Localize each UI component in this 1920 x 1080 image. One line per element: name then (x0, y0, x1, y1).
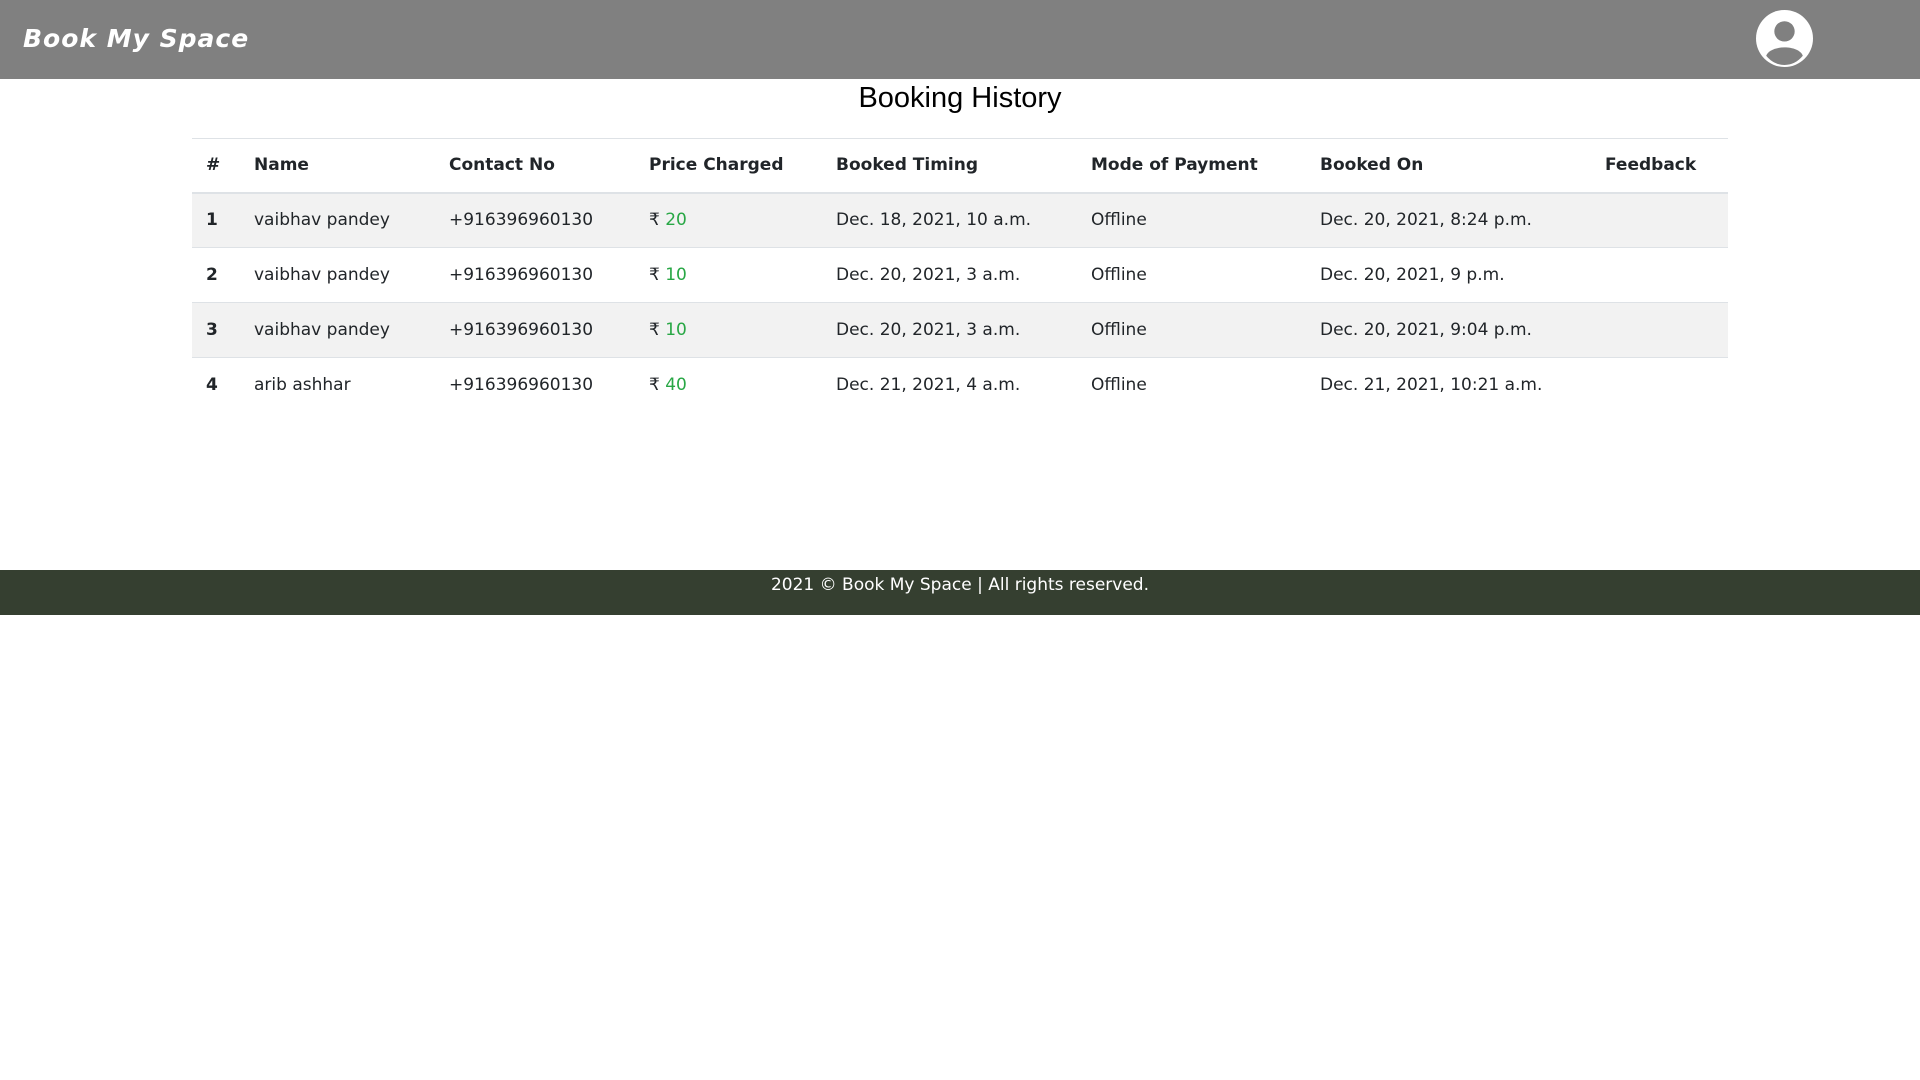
row-contact: +916396960130 (435, 302, 635, 358)
booking-history-table: # Name Contact No Price Charged Booked T… (192, 138, 1728, 413)
table-row: 3 vaibhav pandey +916396960130 ₹ 10 Dec.… (192, 302, 1728, 358)
booking-table: # Name Contact No Price Charged Booked T… (192, 138, 1728, 413)
row-timing: Dec. 20, 2021, 3 a.m. (822, 302, 1077, 358)
row-price: ₹ 20 (635, 193, 822, 248)
header-contact: Contact No (435, 138, 635, 194)
row-booked-on: Dec. 20, 2021, 8:24 p.m. (1320, 210, 1532, 231)
row-payment: Offline (1077, 247, 1306, 303)
header-name: Name (240, 138, 435, 194)
row-payment: Offline (1091, 210, 1147, 231)
row-payment: Offline (1077, 302, 1306, 358)
price-amount: 20 (665, 210, 687, 231)
row-contact: +916396960130 (435, 247, 635, 303)
row-timing: Dec. 18, 2021, 10 a.m. (836, 210, 1032, 231)
header-price: Price Charged (635, 138, 822, 194)
row-price: ₹ 40 (635, 357, 822, 413)
header-feedback: Feedback (1591, 138, 1728, 194)
row-feedback (1591, 193, 1728, 248)
row-index: 4 (192, 357, 240, 413)
row-feedback (1591, 247, 1728, 303)
table-row: 4 arib ashhar +916396960130 ₹ 40 Dec. 21… (192, 357, 1728, 413)
row-name: vaibhav pandey (254, 210, 390, 231)
header-booked-on: Booked On (1306, 138, 1591, 194)
price-amount: 10 (665, 320, 687, 340)
row-timing: Dec. 20, 2021, 3 a.m. (822, 247, 1077, 303)
row-name: vaibhav pandey (240, 302, 435, 358)
header-timing: Booked Timing (822, 138, 1077, 194)
row-price: ₹ 10 (635, 247, 822, 303)
row-booked-on: Dec. 21, 2021, 10:21 a.m. (1306, 357, 1591, 413)
page-title: Booking History (858, 82, 1062, 114)
row-contact: +916396960130 (435, 357, 635, 413)
header-index: # (192, 138, 240, 194)
row-name: arib ashhar (240, 357, 435, 413)
navbar: Book My Space (0, 0, 1920, 79)
row-index: 1 (206, 210, 218, 231)
row-booked-on: Dec. 20, 2021, 9 p.m. (1306, 247, 1591, 303)
rupee-symbol: ₹ (649, 375, 660, 396)
user-circle-icon[interactable] (1756, 10, 1813, 67)
row-timing: Dec. 21, 2021, 4 a.m. (822, 357, 1077, 413)
rupee-symbol: ₹ (649, 210, 660, 231)
row-payment: Offline (1077, 357, 1306, 413)
row-index: 3 (192, 302, 240, 358)
footer-copyright: 2021 © Book My Space | All rights reserv… (770, 575, 1150, 595)
table-header-row: # Name Contact No Price Charged Booked T… (192, 138, 1728, 194)
row-feedback (1591, 302, 1728, 358)
row-price: ₹ 10 (635, 302, 822, 358)
rupee-symbol: ₹ (649, 265, 660, 285)
row-name: vaibhav pandey (240, 247, 435, 303)
row-contact: +916396960130 (449, 210, 594, 231)
price-amount: 10 (665, 265, 687, 285)
table-row: 1 vaibhav pandey +916396960130 ₹ 20 Dec.… (192, 192, 1728, 248)
row-index: 2 (192, 247, 240, 303)
brand-link[interactable]: Book My Space (23, 24, 249, 53)
rupee-symbol: ₹ (649, 320, 660, 340)
header-payment: Mode of Payment (1077, 138, 1306, 194)
table-row: 2 vaibhav pandey +916396960130 ₹ 10 Dec.… (192, 247, 1728, 303)
price-amount: 40 (665, 375, 687, 396)
row-feedback (1591, 357, 1728, 413)
row-booked-on: Dec. 20, 2021, 9:04 p.m. (1306, 302, 1591, 358)
footer: 2021 © Book My Space | All rights reserv… (0, 570, 1920, 615)
